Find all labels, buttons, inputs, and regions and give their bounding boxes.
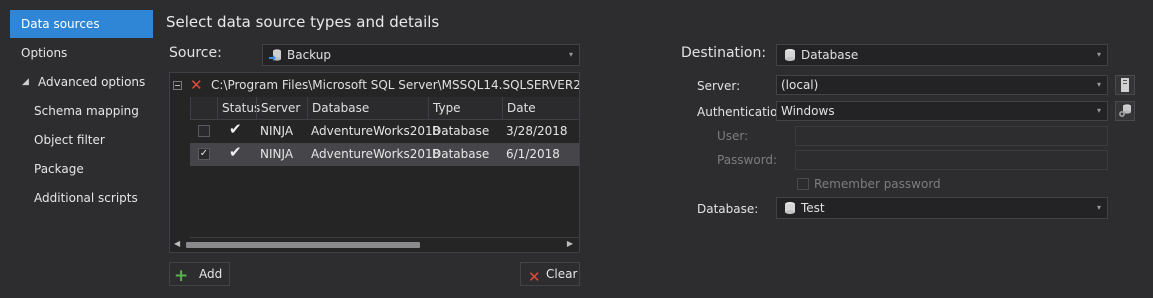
header-checkbox-column[interactable] (190, 97, 217, 119)
chevron-down-icon: ▾ (1096, 50, 1101, 59)
backup-path: C:\Program Files\Microsoft SQL Server\MS… (211, 78, 579, 92)
database-icon (785, 49, 795, 61)
source-type-dropdown[interactable]: Backup ▾ (262, 44, 580, 66)
server-label: Server: (697, 79, 741, 93)
table-row[interactable]: ✔ NINJA AdventureWorks2018 Database 3/28… (190, 120, 579, 143)
source-type-value: Backup (287, 48, 331, 62)
cell-type: Database (432, 124, 490, 138)
column-header-database[interactable]: Database (307, 97, 428, 119)
database-label: Database: (697, 202, 759, 216)
grid-header: Status Server Database Type Date (190, 97, 579, 120)
scroll-right-icon[interactable]: ▶ (567, 239, 573, 248)
row-checkbox[interactable] (198, 125, 210, 137)
scroll-left-icon[interactable]: ◀ (174, 239, 180, 248)
clear-button[interactable]: ✕ Clear (520, 262, 580, 286)
sidebar-item-data-sources[interactable]: Data sources (10, 10, 153, 38)
chevron-down-icon: ▾ (1096, 80, 1101, 89)
backup-icon (269, 49, 281, 61)
user-input[interactable] (795, 126, 1108, 146)
cell-server: NINJA (260, 124, 294, 138)
database-icon (785, 202, 795, 214)
sidebar-item-label: Advanced options (38, 75, 146, 89)
sidebar-item-label: Options (21, 46, 68, 60)
chevron-down-icon: ▾ (1096, 203, 1101, 212)
remove-icon[interactable]: ✕ (190, 76, 203, 94)
destination-label: Destination: (681, 45, 767, 61)
horizontal-scrollbar[interactable]: ◀ ▶ (170, 238, 579, 252)
authentication-dropdown[interactable]: Windows ▾ (776, 101, 1108, 121)
sidebar-item-label: Data sources (21, 17, 100, 31)
page-title: Select data source types and details (166, 13, 440, 31)
add-button[interactable]: + Add (169, 262, 230, 286)
sidebar-item-label: Object filter (34, 133, 105, 147)
column-header-server[interactable]: Server (256, 97, 307, 119)
scrollbar-thumb[interactable] (186, 242, 420, 248)
status-ok-icon: ✔ (229, 143, 242, 161)
chevron-down-icon: ▾ (568, 50, 573, 59)
chevron-down-icon: ▾ (1096, 106, 1101, 115)
sidebar-item-package[interactable]: Package (10, 155, 153, 183)
authentication-value: Windows (781, 104, 835, 118)
plus-icon: + (174, 266, 189, 286)
sidebar: Data sources Options ◢ Advanced options … (0, 0, 160, 298)
sidebar-item-label: Additional scripts (34, 191, 138, 205)
remember-password-checkbox[interactable] (797, 178, 809, 190)
database-value: Test (801, 201, 825, 215)
column-header-date[interactable]: Date (502, 97, 579, 119)
backup-files-grid: ✕ C:\Program Files\Microsoft SQL Server\… (169, 72, 580, 253)
row-checkbox[interactable]: ✓ (198, 148, 210, 160)
database-dropdown[interactable]: Test ▾ (776, 197, 1108, 219)
server-dropdown[interactable]: (local) ▾ (776, 75, 1108, 95)
cell-server: NINJA (260, 147, 294, 161)
clear-icon: ✕ (528, 268, 541, 286)
cell-type: Database (432, 147, 490, 161)
cell-database: AdventureWorks2018 (311, 147, 441, 161)
clear-button-label: Clear (546, 267, 578, 281)
collapse-icon[interactable] (173, 81, 182, 90)
sidebar-item-additional-scripts[interactable]: Additional scripts (10, 184, 153, 212)
password-input[interactable] (795, 150, 1108, 170)
sidebar-item-label: Schema mapping (34, 104, 139, 118)
connection-settings-button[interactable] (1115, 101, 1135, 121)
cell-database: AdventureWorks2018 (311, 124, 441, 138)
sidebar-item-schema-mapping[interactable]: Schema mapping (10, 97, 153, 125)
sidebar-item-advanced-options[interactable]: ◢ Advanced options (10, 68, 153, 96)
destination-type-dropdown[interactable]: Database ▾ (776, 44, 1108, 66)
add-button-label: Add (199, 267, 223, 281)
column-header-type[interactable]: Type (428, 97, 502, 119)
server-icon (1121, 78, 1129, 92)
expand-triangle-icon[interactable]: ◢ (22, 68, 29, 96)
status-ok-icon: ✔ (229, 120, 242, 138)
source-label: Source: (169, 45, 222, 61)
backup-path-row: ✕ C:\Program Files\Microsoft SQL Server\… (170, 73, 579, 97)
sidebar-item-object-filter[interactable]: Object filter (10, 126, 153, 154)
database-settings-icon (1119, 104, 1131, 117)
server-value: (local) (781, 78, 819, 92)
user-label: User: (717, 129, 749, 143)
column-header-status[interactable]: Status (217, 97, 260, 119)
table-row-selected[interactable]: ✓ ✔ NINJA AdventureWorks2018 Database 6/… (190, 143, 579, 166)
cell-date: 3/28/2018 (506, 124, 568, 138)
remember-password-label: Remember password (814, 177, 941, 191)
destination-type-value: Database (801, 48, 859, 62)
password-label: Password: (717, 153, 778, 167)
cell-date: 6/1/2018 (506, 147, 560, 161)
browse-servers-button[interactable] (1115, 75, 1135, 95)
sidebar-item-options[interactable]: Options (10, 39, 153, 67)
sidebar-item-label: Package (34, 162, 84, 176)
